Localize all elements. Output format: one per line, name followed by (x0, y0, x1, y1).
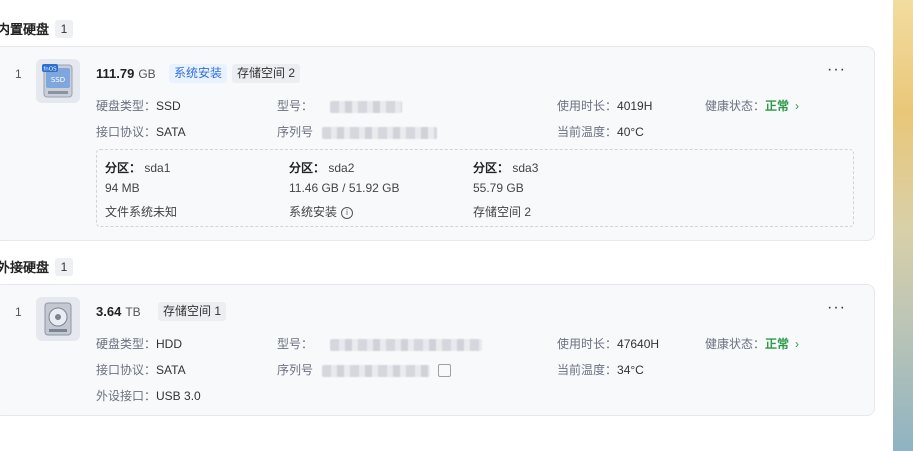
ssd-disk-icon: fnOS SSD (36, 59, 80, 103)
disk-capacity: 3.64 TB (96, 304, 141, 319)
partition-size: 94 MB (105, 181, 140, 195)
usage-hours-field: 使用时长：4019H (557, 99, 653, 113)
partition-filesystem: 文件系统未知 (105, 205, 178, 219)
health-value: 正常 (765, 99, 790, 113)
disk-capacity: 111.79 GB (96, 66, 156, 81)
external-port-field: 外设接口：USB 3.0 (96, 389, 201, 403)
temperature-field: 当前温度：34°C (557, 363, 644, 377)
ssd-icon-label: SSD (51, 76, 65, 84)
copy-icon[interactable] (437, 364, 451, 378)
section-title: 外接硬盘 (0, 260, 50, 275)
protocol-field: 接口协议：SATA (96, 125, 186, 139)
serial-redacted (322, 364, 431, 377)
capacity-value: 3.64 (96, 304, 122, 319)
section-title: 内置硬盘 (0, 22, 50, 37)
external-disk-card[interactable]: 1 3.64 TB 存储空间 1 ··· 硬盘类型：HDD 型号： 使用时长：4… (0, 284, 875, 416)
health-status-field[interactable]: 健康状态：正常 › (705, 335, 799, 352)
capacity-unit: TB (125, 305, 141, 319)
model-redacted (330, 338, 483, 351)
storage-space-tag: 存储空间 2 (232, 64, 301, 83)
partition-panel: 分区： sda1 94 MB 文件系统未知 分区： sda2 11.46 GB … (96, 149, 854, 227)
internal-disk-card[interactable]: 1 fnOS SSD 111.79 GB 系统安装 存储空间 2 ··· 硬盘类… (0, 46, 875, 241)
more-options-button[interactable]: ··· (827, 61, 846, 79)
disk-type-field: 硬盘类型：HDD (96, 337, 183, 351)
partition-filesystem: 系统安装 i (289, 203, 354, 220)
chevron-right-icon[interactable]: › (795, 337, 799, 351)
capacity-unit: GB (138, 67, 156, 81)
disk-index: 1 (15, 67, 22, 81)
disk-count-badge: 1 (55, 19, 74, 38)
internal-disks-heading: 内置硬盘 1 (0, 19, 74, 38)
health-value: 正常 (765, 337, 790, 351)
serial-redacted (322, 126, 438, 139)
partition-name: 分区： sda2 (289, 161, 355, 175)
partition-filesystem: 存储空间 2 (473, 205, 532, 219)
partition-size: 11.46 GB / 51.92 GB (289, 181, 400, 195)
system-install-tag: 系统安装 (169, 64, 228, 83)
disk-count-badge: 1 (55, 257, 74, 276)
model-field: 型号： (277, 335, 483, 352)
partition-size: 55.79 GB (473, 181, 524, 195)
serial-field: 序列号 (277, 123, 438, 140)
temperature-field: 当前温度：40°C (557, 125, 644, 139)
disk-index: 1 (15, 305, 22, 319)
chevron-right-icon[interactable]: › (795, 99, 799, 113)
serial-field: 序列号 (277, 361, 451, 378)
info-icon[interactable]: i (341, 206, 354, 219)
health-status-field[interactable]: 健康状态：正常 › (705, 97, 799, 114)
partition-name: 分区： sda3 (473, 161, 539, 175)
usage-hours-field: 使用时长：47640H (557, 337, 660, 351)
more-options-button[interactable]: ··· (827, 299, 846, 317)
hdd-disk-icon (36, 297, 80, 341)
desktop-wallpaper-strip (893, 0, 913, 451)
disk-type-field: 硬盘类型：SSD (96, 99, 181, 113)
external-disks-heading: 外接硬盘 1 (0, 257, 74, 276)
model-redacted (330, 100, 403, 113)
capacity-value: 111.79 (96, 66, 135, 81)
model-field: 型号： (277, 97, 403, 114)
ssd-icon-brand: fnOS (43, 67, 57, 73)
protocol-field: 接口协议：SATA (96, 363, 186, 377)
partition-name: 分区： sda1 (105, 161, 171, 175)
storage-space-tag: 存储空间 1 (158, 302, 227, 321)
